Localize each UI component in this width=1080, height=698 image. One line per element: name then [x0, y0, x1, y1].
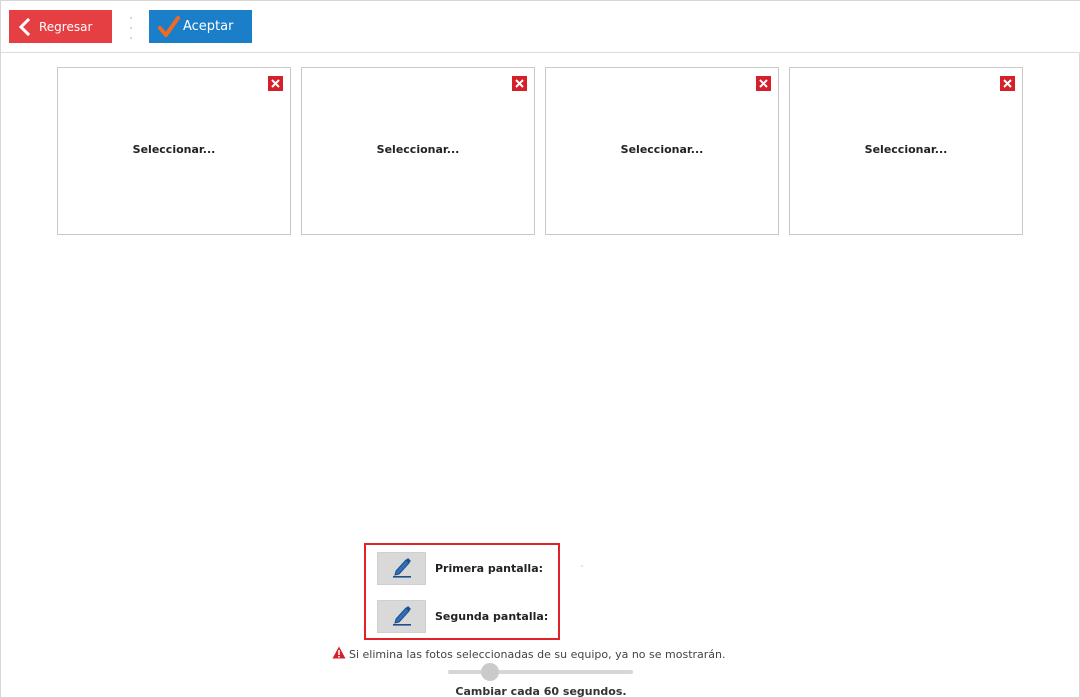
- pencil-icon: [390, 556, 414, 582]
- pencil-icon: [390, 604, 414, 630]
- remove-photo-icon[interactable]: [268, 76, 283, 91]
- chevron-left-icon: [9, 17, 39, 36]
- app-window: Regresar Aceptar Seleccionar... Seleccio…: [0, 0, 1080, 698]
- first-screen-row: Primera pantalla:: [377, 552, 543, 585]
- first-screen-label: Primera pantalla:: [435, 562, 544, 575]
- warning-text: Si elimina las fotos seleccionadas de su…: [349, 647, 726, 661]
- interval-text: Cambiar cada 60 segundos.: [455, 685, 627, 698]
- edit-second-screen-button[interactable]: [377, 600, 426, 633]
- photo-slot-3[interactable]: Seleccionar...: [545, 67, 779, 235]
- interval-label: Cambiar cada 60 segundos.: [1, 685, 1080, 698]
- remove-photo-icon[interactable]: [512, 76, 527, 91]
- checkmark-icon: [149, 15, 183, 38]
- second-screen-row: Segunda pantalla:: [377, 600, 548, 633]
- photo-slot-label: Seleccionar...: [620, 142, 704, 156]
- warning-message: Si elimina las fotos seleccionadas de su…: [332, 646, 726, 662]
- photo-slot-1[interactable]: Seleccionar...: [57, 67, 291, 235]
- back-button[interactable]: Regresar: [9, 10, 112, 43]
- remove-photo-icon[interactable]: [1000, 76, 1015, 91]
- interval-slider-thumb[interactable]: [481, 663, 499, 681]
- warning-triangle-icon: [332, 646, 349, 662]
- accept-button-label: Aceptar: [183, 19, 234, 34]
- screen-selection-panel: Primera pantalla: Segunda pantalla:: [364, 543, 560, 640]
- photo-slot-label: Seleccionar...: [132, 142, 216, 156]
- interval-slider-track[interactable]: [448, 670, 633, 674]
- remove-photo-icon[interactable]: [756, 76, 771, 91]
- decorative-dot: [581, 565, 583, 567]
- accept-button[interactable]: Aceptar: [149, 10, 252, 43]
- photo-slot-label: Seleccionar...: [864, 142, 948, 156]
- photo-slot-2[interactable]: Seleccionar...: [301, 67, 535, 235]
- edit-first-screen-button[interactable]: [377, 552, 426, 585]
- photo-slot-label: Seleccionar...: [376, 142, 460, 156]
- toolbar: Regresar Aceptar: [1, 1, 1080, 53]
- photo-slot-4[interactable]: Seleccionar...: [789, 67, 1023, 235]
- toolbar-separator: [130, 17, 132, 39]
- back-button-label: Regresar: [39, 19, 93, 34]
- second-screen-label: Segunda pantalla:: [435, 610, 549, 623]
